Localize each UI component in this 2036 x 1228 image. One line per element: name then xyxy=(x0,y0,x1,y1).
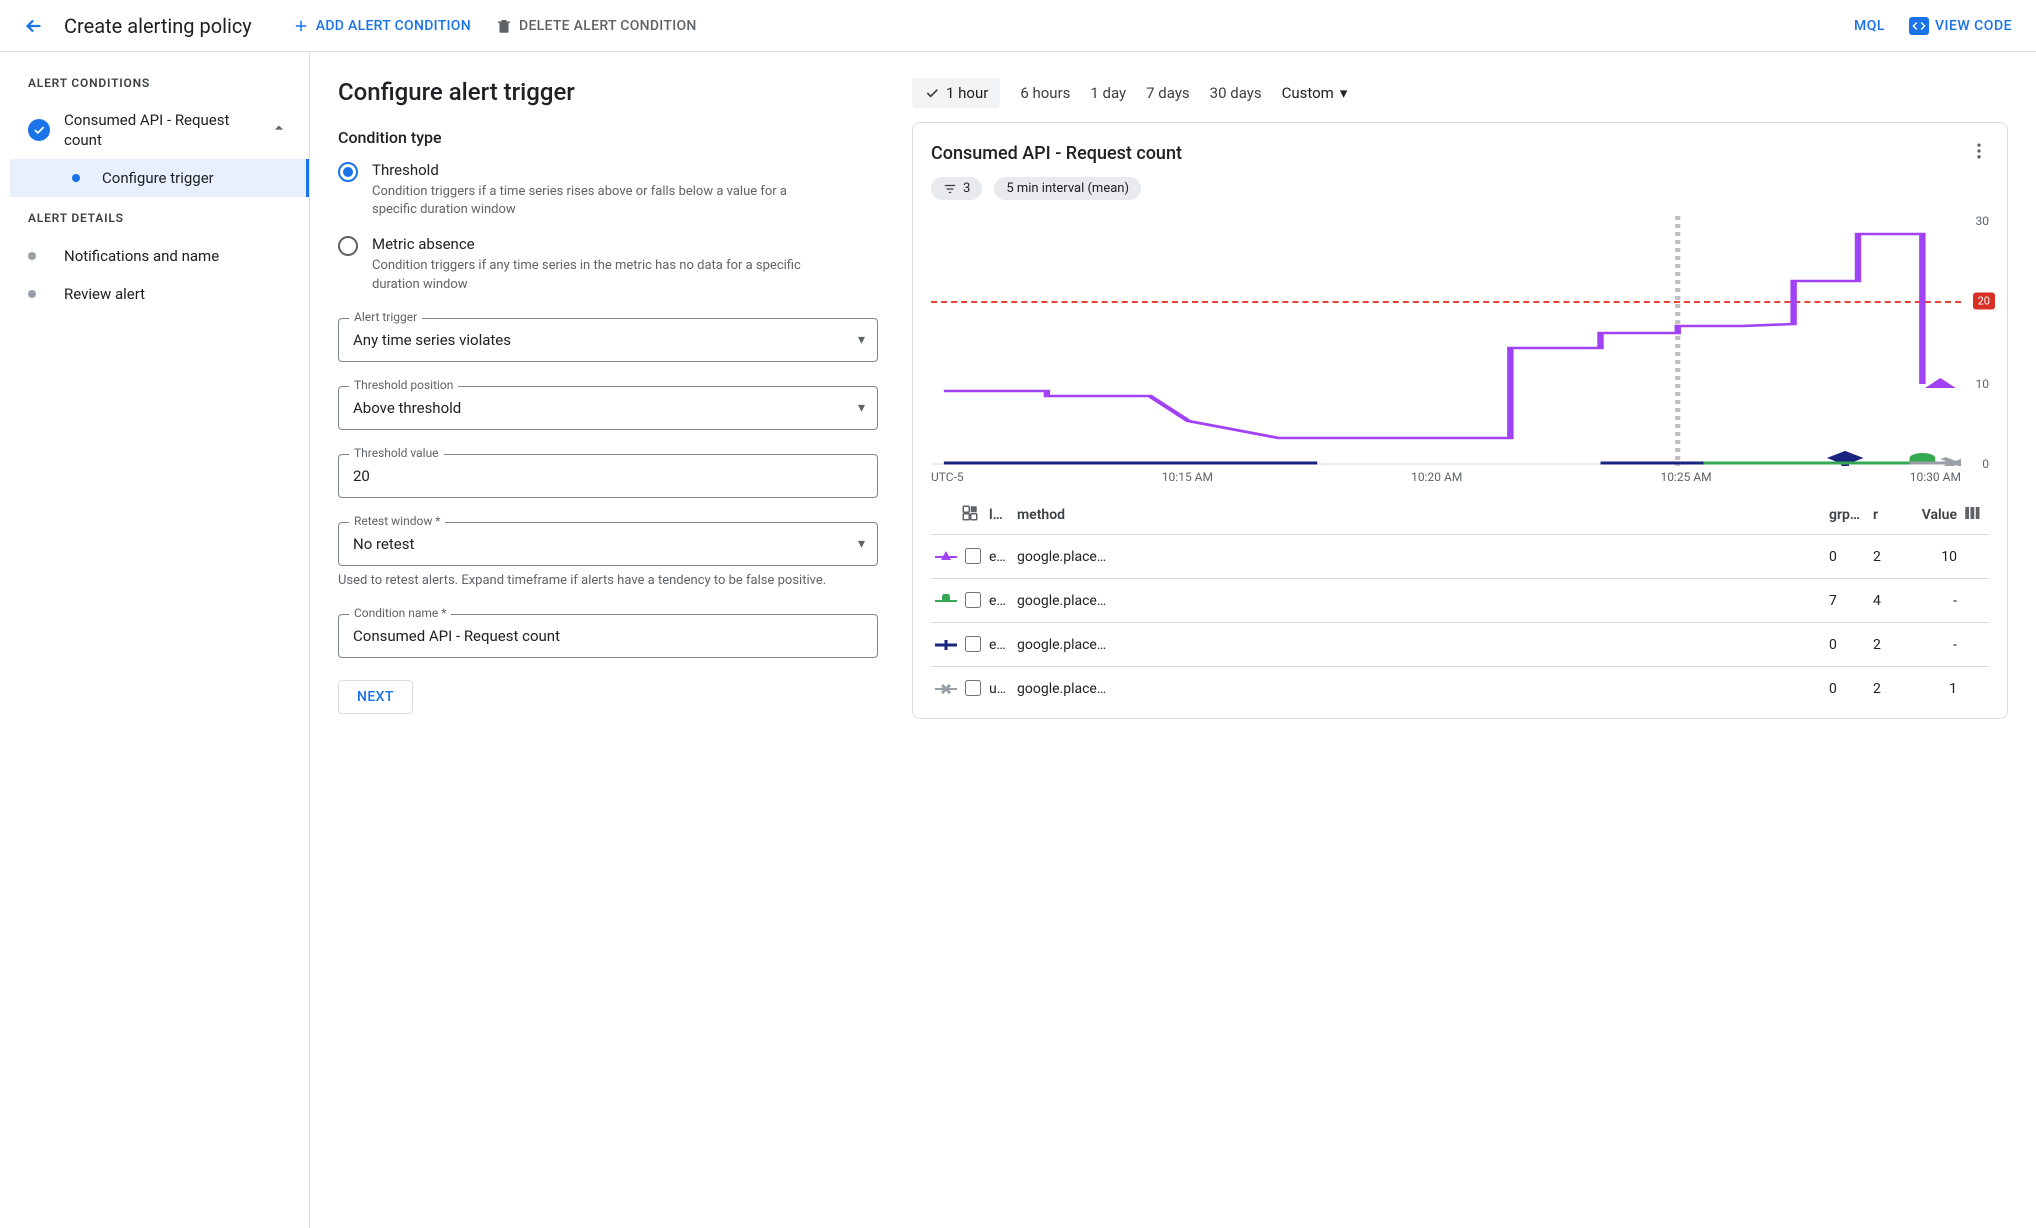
legend-row-checkbox[interactable] xyxy=(965,680,981,696)
code-icon xyxy=(1909,17,1929,35)
interval-chip[interactable]: 5 min interval (mean) xyxy=(994,177,1141,200)
legend-row-checkbox[interactable] xyxy=(965,592,981,608)
next-button[interactable]: NEXT xyxy=(338,680,413,714)
condition-type-metric-absence-radio[interactable]: Metric absence Condition triggers if any… xyxy=(338,235,878,293)
sidebar-subitem-configure-trigger[interactable]: Configure trigger xyxy=(10,159,309,197)
mql-button[interactable]: MQL xyxy=(1854,18,1885,34)
retest-window-select[interactable]: Retest window * No retest ▾ xyxy=(338,522,878,566)
filter-icon xyxy=(943,182,957,196)
legend-table: l… method grp… r Value e…google.place…02… xyxy=(931,496,1989,710)
trash-icon xyxy=(495,17,513,35)
top-bar: Create alerting policy ADD ALERT CONDITI… xyxy=(0,0,2036,52)
form-title: Configure alert trigger xyxy=(338,78,878,106)
filter-count-chip[interactable]: 3 xyxy=(931,177,982,200)
time-range-option[interactable]: 30 days xyxy=(1210,84,1262,102)
time-range-option[interactable]: 1 day xyxy=(1090,84,1126,102)
condition-type-label: Condition type xyxy=(338,128,878,147)
series-marker-icon xyxy=(931,594,961,608)
chevron-up-icon[interactable] xyxy=(269,118,289,142)
columns-icon[interactable] xyxy=(1963,504,1989,526)
legend-row-checkbox[interactable] xyxy=(965,548,981,564)
check-icon xyxy=(924,85,940,101)
sidebar: ALERT CONDITIONS Consumed API - Request … xyxy=(0,52,310,1228)
legend-row[interactable]: e…google.place…02- xyxy=(931,623,1989,667)
view-code-button[interactable]: VIEW CODE xyxy=(1909,17,2012,35)
time-range-option[interactable]: 7 days xyxy=(1146,84,1190,102)
series-marker-icon xyxy=(931,682,961,696)
legend-row[interactable]: e…google.place…0210 xyxy=(931,535,1989,579)
caret-down-icon: ▾ xyxy=(1340,84,1348,102)
sidebar-item-review-alert[interactable]: Review alert xyxy=(0,275,309,313)
time-range-selector: 1 hour 6 hours 1 day 7 days 30 days Custom … xyxy=(912,78,2008,108)
series-marker-icon xyxy=(931,550,961,564)
series-marker-icon xyxy=(931,638,961,652)
check-circle-icon xyxy=(28,119,50,141)
legend-row[interactable]: u…google.place…021 xyxy=(931,667,1989,710)
time-range-option[interactable]: 6 hours xyxy=(1020,84,1070,102)
retest-window-helper: Used to retest alerts. Expand timeframe … xyxy=(338,572,878,590)
condition-type-threshold-radio[interactable]: Threshold Condition triggers if a time s… xyxy=(338,161,878,219)
caret-down-icon: ▾ xyxy=(858,400,865,416)
sidebar-condition-label: Consumed API - Request count xyxy=(64,110,269,151)
step-dot-icon xyxy=(28,252,36,260)
checkbox-grid-icon[interactable] xyxy=(961,504,979,522)
back-button[interactable] xyxy=(16,8,52,44)
chart-x-axis: UTC-5 10:15 AM 10:20 AM 10:25 AM 10:30 A… xyxy=(931,470,1989,484)
page-title: Create alerting policy xyxy=(64,14,252,38)
legend-row[interactable]: e…google.place…74- xyxy=(931,579,1989,623)
threshold-position-select[interactable]: Threshold position Above threshold ▾ xyxy=(338,386,878,430)
more-vert-icon[interactable] xyxy=(1969,141,1989,165)
radio-unselected-icon xyxy=(338,236,358,256)
caret-down-icon: ▾ xyxy=(858,332,865,348)
condition-name-input[interactable]: Condition name * Consumed API - Request … xyxy=(338,614,878,658)
time-range-1hour[interactable]: 1 hour xyxy=(912,78,1000,108)
step-dot-icon xyxy=(72,174,80,182)
step-dot-icon xyxy=(28,290,36,298)
caret-down-icon: ▾ xyxy=(858,536,865,552)
sidebar-section-alert-conditions: ALERT CONDITIONS xyxy=(0,76,309,90)
legend-row-checkbox[interactable] xyxy=(965,636,981,652)
alert-trigger-select[interactable]: Alert trigger Any time series violates ▾ xyxy=(338,318,878,362)
sidebar-item-notifications[interactable]: Notifications and name xyxy=(0,237,309,275)
sidebar-condition-item[interactable]: Consumed API - Request count xyxy=(0,102,309,159)
delete-alert-condition-button[interactable]: DELETE ALERT CONDITION xyxy=(495,17,697,35)
sidebar-section-alert-details: ALERT DETAILS xyxy=(0,211,309,225)
chart-title: Consumed API - Request count xyxy=(931,143,1182,164)
chart-plot: 30 20 10 0 20 xyxy=(931,216,1989,466)
back-arrow-icon xyxy=(23,15,45,37)
radio-selected-icon xyxy=(338,162,358,182)
time-range-custom[interactable]: Custom ▾ xyxy=(1282,84,1348,102)
configure-trigger-form: Configure alert trigger Condition type T… xyxy=(338,78,878,1202)
add-alert-condition-button[interactable]: ADD ALERT CONDITION xyxy=(292,17,471,35)
plus-icon xyxy=(292,17,310,35)
chart-card: Consumed API - Request count 3 5 min int… xyxy=(912,122,2008,719)
threshold-value-input[interactable]: Threshold value 20 xyxy=(338,454,878,498)
threshold-badge: 20 xyxy=(1973,293,1995,310)
